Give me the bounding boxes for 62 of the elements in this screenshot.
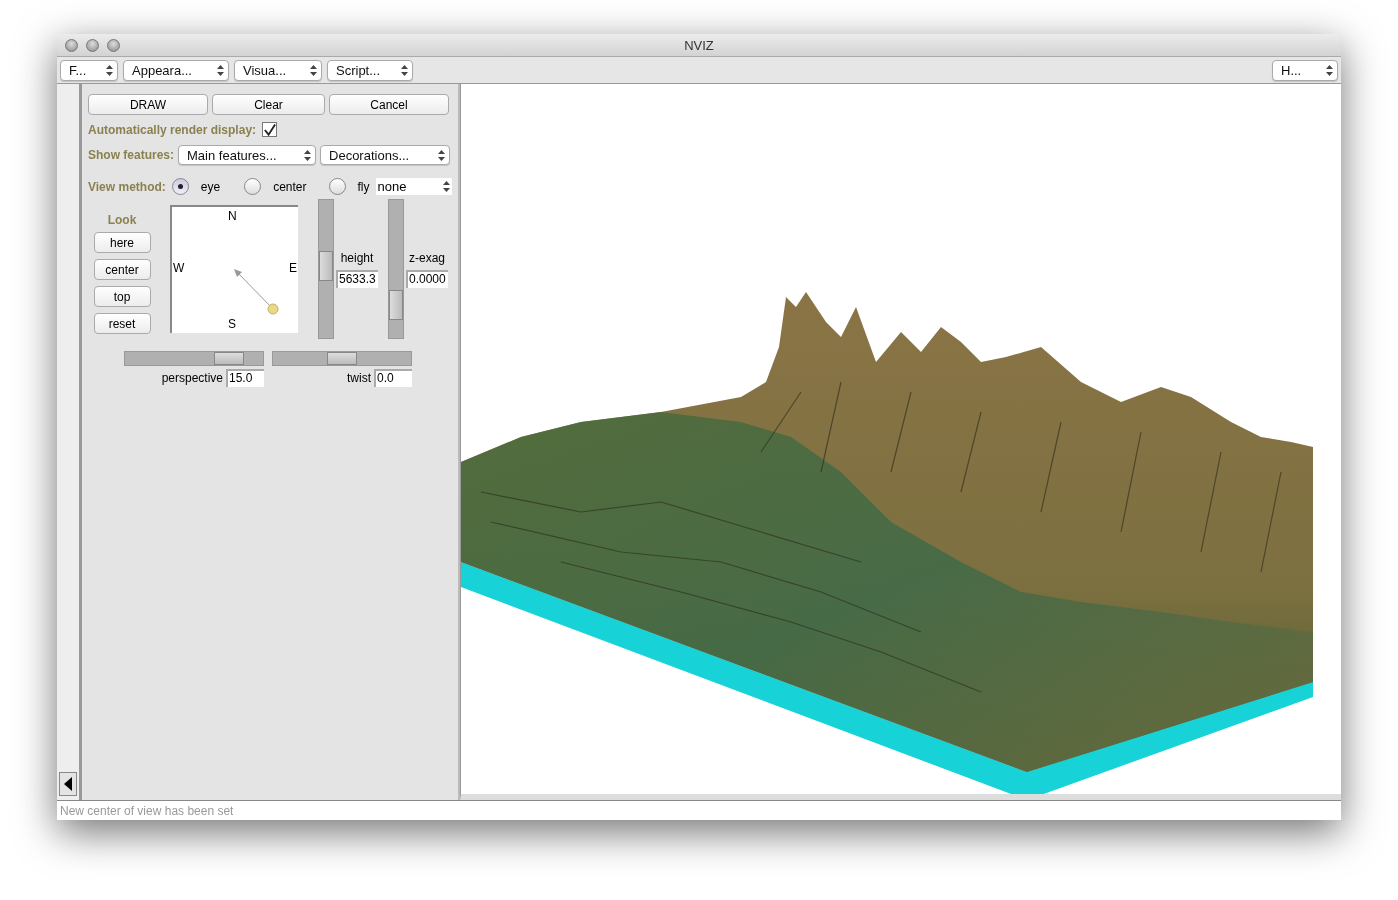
auto-render-checkbox[interactable] <box>262 122 278 137</box>
left-arrow-icon <box>63 776 73 792</box>
action-button[interactable]: DRAW <box>88 94 208 115</box>
slider-thumb[interactable] <box>389 289 403 320</box>
view-method-radio[interactable] <box>171 178 189 195</box>
up-down-arrows-icon <box>401 64 408 76</box>
slider-label: perspective <box>161 371 223 385</box>
slider-label: z-exag <box>408 251 446 265</box>
radio-label: center <box>273 179 307 194</box>
horizontal-slider[interactable] <box>272 351 412 366</box>
look-button[interactable]: top <box>93 286 151 307</box>
window-title: NVIZ <box>683 37 715 53</box>
look-label: Look <box>107 213 137 227</box>
features-dropdown[interactable]: Main features... <box>178 145 316 165</box>
up-down-arrows-icon <box>106 64 113 76</box>
vertical-slider[interactable] <box>388 199 404 339</box>
value-field[interactable]: 5633.3 <box>336 270 378 288</box>
up-down-arrows-icon <box>442 181 450 192</box>
menu-dropdown[interactable]: Visua... <box>234 59 322 81</box>
zoom-icon[interactable] <box>107 38 120 52</box>
close-icon[interactable] <box>65 38 78 52</box>
view-method-radio[interactable] <box>244 178 262 195</box>
menu-dropdown[interactable]: Script... <box>327 59 413 81</box>
menu-dropdown[interactable]: F... <box>60 59 118 81</box>
compass-label: N <box>228 209 237 223</box>
value-field[interactable]: 0.0000 <box>406 270 448 288</box>
help-menu-dropdown[interactable]: H... <box>1272 59 1338 81</box>
slider-label: height <box>339 251 375 265</box>
view-method-label: View method: <box>88 179 166 194</box>
action-button[interactable]: Clear <box>212 94 325 115</box>
horizontal-slider[interactable] <box>124 351 264 366</box>
value-field[interactable]: 15.0 <box>226 369 264 387</box>
collapse-button[interactable] <box>59 772 77 796</box>
fly-mode-dropdown[interactable]: none <box>375 178 452 195</box>
look-button[interactable]: center <box>93 259 151 280</box>
slider-thumb[interactable] <box>213 352 244 365</box>
menu-dropdown[interactable]: Appeara... <box>123 59 229 81</box>
radio-label: eye <box>200 179 221 194</box>
show-features-label: Show features: <box>88 148 174 162</box>
slider-label: twist <box>347 371 371 385</box>
minimize-icon[interactable] <box>86 38 99 52</box>
up-down-arrows-icon <box>438 149 445 161</box>
view-direction-pointer-icon[interactable] <box>233 268 279 316</box>
vertical-slider[interactable] <box>318 199 334 339</box>
up-down-arrows-icon <box>310 64 317 76</box>
up-down-arrows-icon <box>1326 64 1333 76</box>
value-field[interactable]: 0.0 <box>374 369 412 387</box>
view-method-radio[interactable] <box>328 178 346 195</box>
auto-render-label: Automatically render display: <box>88 122 257 137</box>
compass-label: W <box>173 261 185 275</box>
radio-label: fly <box>357 179 370 194</box>
compass-label: S <box>228 317 236 331</box>
look-button[interactable]: reset <box>93 313 151 334</box>
compass-label: E <box>289 261 297 275</box>
features-dropdown[interactable]: Decorations... <box>320 145 450 165</box>
up-down-arrows-icon <box>304 149 311 161</box>
look-button[interactable]: here <box>93 232 151 253</box>
status-message: New center of view has been set <box>60 803 234 818</box>
up-down-arrows-icon <box>217 64 224 76</box>
action-button[interactable]: Cancel <box>329 94 449 115</box>
slider-thumb[interactable] <box>319 250 333 281</box>
slider-thumb[interactable] <box>327 352 357 365</box>
